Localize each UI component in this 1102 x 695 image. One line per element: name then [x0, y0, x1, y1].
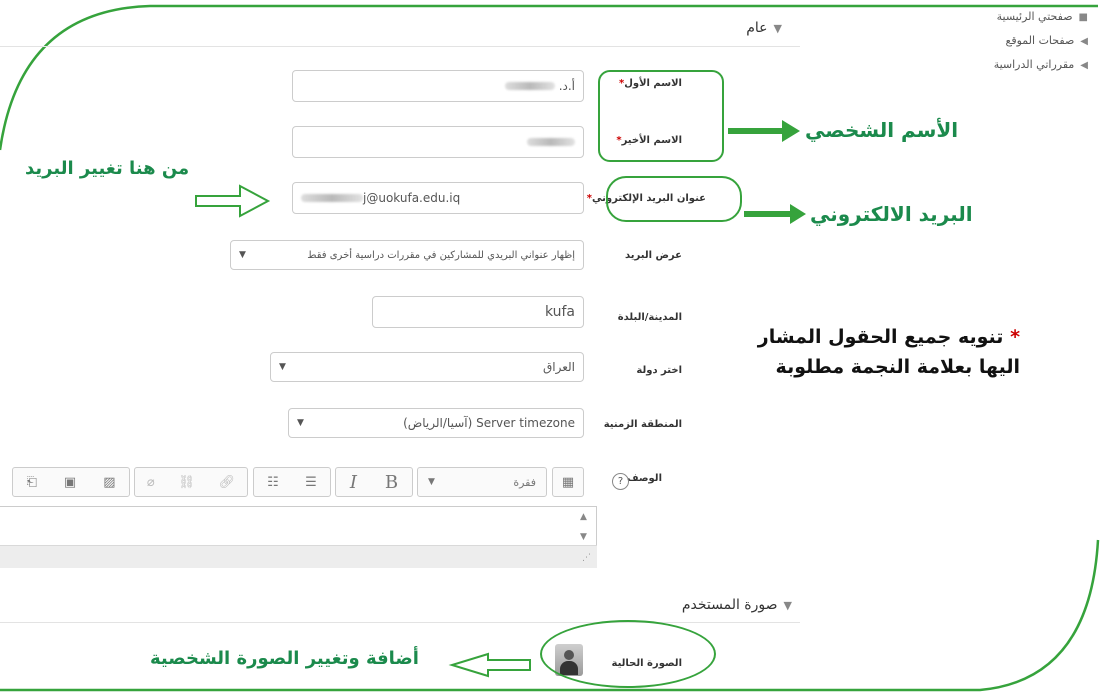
required-star-icon: * [1010, 326, 1020, 348]
personal-name-annotation: الأسم الشخصي [805, 118, 959, 142]
note-line-2: اليها بعلامة النجمة مطلوبة [775, 356, 1020, 378]
arrow-icon [448, 652, 531, 678]
note-line-1: تنويه جميع الحقول المشار [757, 326, 1004, 348]
arrow-icon [744, 204, 806, 224]
arrow-icon [728, 120, 800, 142]
required-fields-note: * تنويه جميع الحقول المشار اليها بعلامة … [700, 322, 1020, 382]
change-picture-annotation: أضافة وتغيير الصورة الشخصية [150, 648, 419, 669]
email-annotation: البريد الالكتروني [810, 202, 973, 226]
arrow-icon [195, 184, 271, 218]
change-email-annotation: من هنا تغيير البريد [25, 158, 190, 179]
